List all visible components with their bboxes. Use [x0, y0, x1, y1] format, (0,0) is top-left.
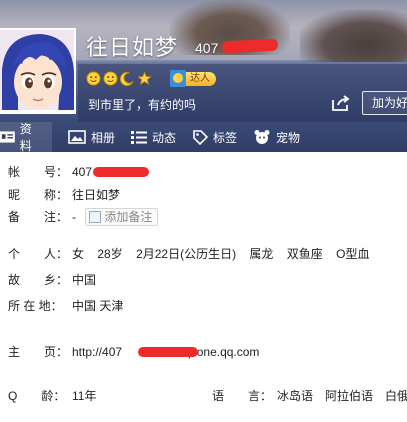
- remark-value-wrap: - 添加备注: [72, 208, 159, 227]
- tab-pet[interactable]: 宠物: [247, 122, 310, 152]
- tab-label: 资料: [19, 122, 32, 153]
- tab-feed[interactable]: 动态: [125, 122, 186, 152]
- profile-name: 往日如梦: [86, 35, 179, 60]
- remark-label: 备 注：: [8, 210, 69, 224]
- hometown-label: 故 乡：: [8, 273, 69, 287]
- account-label: 帐 号：: [8, 165, 69, 179]
- tag-icon: [193, 130, 209, 145]
- blood-type-value: O型血: [336, 247, 370, 261]
- signature-text: 到市里了，有约的吗: [88, 98, 197, 112]
- status-badges: [86, 71, 152, 87]
- language-value: 冰岛语 阿拉伯语 白俄罗: [277, 389, 407, 403]
- profile-banner: 往日如梦 407 达人 到市里了，有约的吗 加为好: [0, 0, 407, 122]
- account-value: 407: [72, 165, 93, 179]
- tab-tags[interactable]: 标签: [186, 122, 247, 152]
- tab-label: 动态: [152, 130, 177, 145]
- remark-value: -: [72, 210, 76, 225]
- personal-values: 女 28岁 2月22日(公历生日) 属龙 双鱼座 O型血: [72, 246, 379, 262]
- talent-label: 达人: [186, 71, 216, 86]
- moon-icon: [120, 71, 134, 86]
- hometown-value: 中国: [72, 273, 97, 287]
- language-label: 语 言：: [212, 389, 273, 403]
- profile-details: 帐 号： 407 昵 称： 往日如梦 备 注： - 添加备注 个 人： 女 28…: [0, 152, 407, 422]
- qq-number: 407: [195, 40, 219, 56]
- tab-profile[interactable]: 资料: [0, 122, 52, 153]
- share-icon[interactable]: [331, 94, 351, 112]
- homepage-label: 主 页：: [8, 345, 69, 359]
- nickname-label: 昵 称：: [8, 188, 69, 202]
- smile-icon: [103, 71, 118, 86]
- qage-label: Q 龄：: [8, 389, 66, 403]
- pet-icon: [254, 130, 270, 144]
- star-icon: [137, 71, 152, 85]
- qage-language-row: Q 龄： 11年 语 言： 冰岛语 阿拉伯语 白俄罗: [8, 388, 407, 404]
- smile-icon: [86, 71, 101, 86]
- tab-label: 标签: [213, 130, 238, 145]
- profile-card-icon: [0, 131, 15, 143]
- homepage-prefix: http://407: [72, 345, 123, 359]
- personal-label: 个 人：: [8, 247, 69, 261]
- location-value: 中国 天津: [72, 299, 124, 313]
- list-icon: [131, 131, 148, 144]
- add-remark-label: 添加备注: [104, 210, 153, 224]
- tab-album[interactable]: 相册: [62, 122, 125, 152]
- location-label: 所 在 地：: [8, 299, 63, 313]
- star-sign-value: 双鱼座: [286, 247, 323, 261]
- add-remark-button[interactable]: 添加备注: [85, 208, 159, 226]
- tab-bar: 资料 相册 动态 标签 宠物: [0, 122, 407, 153]
- add-friend-button[interactable]: 加为好: [362, 91, 407, 115]
- tab-label: 宠物: [276, 130, 301, 145]
- qage-value: 11年: [72, 389, 97, 403]
- birthday-value: 2月22日(公历生日): [136, 247, 237, 261]
- note-icon: [89, 211, 102, 223]
- nickname-value: 往日如梦: [72, 188, 121, 202]
- photo-icon: [68, 130, 86, 144]
- age-value: 28岁: [97, 247, 123, 261]
- gender-value: 女: [72, 247, 85, 261]
- redaction-mark: [138, 347, 198, 357]
- avatar[interactable]: [0, 28, 76, 114]
- talent-badge[interactable]: 达人: [170, 70, 216, 87]
- redaction-mark: [93, 167, 149, 177]
- talent-icon: [170, 70, 186, 87]
- tab-label: 相册: [91, 130, 116, 145]
- zodiac-value: 属龙: [249, 247, 274, 261]
